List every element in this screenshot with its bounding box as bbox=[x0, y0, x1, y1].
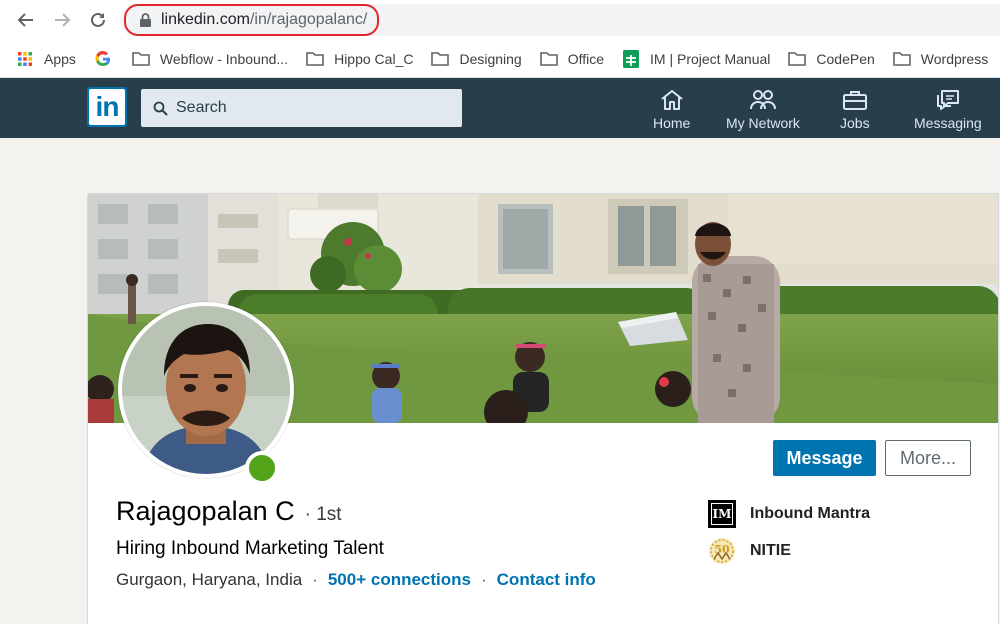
contact-info-link[interactable]: Contact info bbox=[497, 570, 596, 590]
connection-degree-badge: · 1st bbox=[304, 504, 342, 525]
bookmark-codepen[interactable]: CodePen bbox=[788, 50, 875, 67]
google-icon bbox=[94, 50, 112, 67]
bookmark-hippo[interactable]: Hippo Cal_C bbox=[306, 51, 413, 67]
nav-my-network-label: My Network bbox=[726, 115, 800, 131]
bookmark-designing[interactable]: Designing bbox=[431, 50, 522, 67]
reload-button[interactable] bbox=[86, 8, 110, 32]
folder-icon bbox=[788, 51, 807, 67]
bookmark-label: Wordpress bbox=[920, 50, 989, 67]
more-button[interactable]: More... bbox=[885, 440, 971, 476]
my-network-icon bbox=[749, 90, 776, 110]
bookmark-office[interactable]: Office bbox=[539, 50, 605, 67]
profile-location: Gurgaon, Haryana, India bbox=[116, 570, 303, 589]
bookmark-google[interactable] bbox=[94, 50, 112, 67]
profile-card: Message More... Rajagopalan C · 1st Hiri… bbox=[87, 193, 999, 624]
bookmark-label: IM | Project Manual bbox=[650, 50, 771, 67]
sheets-icon bbox=[622, 49, 640, 68]
nitie-logo-text: 50 bbox=[714, 543, 730, 556]
nav-jobs-label: Jobs bbox=[840, 115, 870, 131]
apps-grid-icon bbox=[16, 51, 34, 67]
bookmark-wordpress[interactable]: Wordpress bbox=[892, 50, 989, 67]
nav-messaging-label: Messaging bbox=[914, 115, 982, 131]
back-button[interactable] bbox=[14, 8, 38, 32]
bookmark-project-manual[interactable]: IM | Project Manual bbox=[622, 49, 771, 68]
reload-icon bbox=[91, 12, 105, 27]
url-path: /in/rajagopalanc/ bbox=[249, 11, 368, 28]
folder-icon bbox=[539, 51, 558, 67]
profile-meta-row: Gurgaon, Haryana, India · 500+ connectio… bbox=[116, 570, 596, 590]
bookmark-label: Hippo Cal_C bbox=[334, 50, 414, 67]
nav-my-network[interactable]: My Network bbox=[726, 88, 800, 131]
message-button[interactable]: Message bbox=[773, 440, 876, 476]
home-icon bbox=[661, 90, 683, 110]
url-highlight[interactable]: linkedin.com/in/rajagopalanc/ bbox=[124, 4, 380, 36]
forward-button[interactable] bbox=[50, 8, 74, 32]
separator-dot: · bbox=[312, 570, 318, 589]
bookmark-label: Apps bbox=[44, 50, 76, 67]
lock-icon bbox=[140, 13, 151, 27]
linkedin-logo-text: in bbox=[95, 91, 120, 122]
im-logo-text: IM bbox=[711, 503, 733, 525]
org-name: Inbound Mantra bbox=[750, 505, 870, 522]
search-placeholder: Search bbox=[176, 99, 227, 116]
linkedin-logo-box: in bbox=[89, 89, 125, 125]
connections-link[interactable]: 500+ connections bbox=[328, 570, 471, 590]
folder-icon bbox=[306, 51, 324, 67]
connection-degree: 1st bbox=[316, 504, 342, 525]
browser-toolbar: linkedin.com/in/rajagopalanc/ bbox=[0, 0, 1000, 40]
linkedin-nav-bar: in Search Home My Network Jobs Messaging bbox=[0, 78, 1000, 138]
briefcase-icon bbox=[842, 91, 867, 110]
bookmark-label: Webflow - Inbound... bbox=[159, 50, 289, 67]
bookmark-label: Designing bbox=[459, 50, 522, 67]
folder-icon bbox=[892, 51, 911, 67]
bookmark-webflow[interactable]: Webflow - Inbound... bbox=[132, 51, 288, 67]
avatar-image bbox=[122, 306, 290, 474]
nav-messaging[interactable]: Messaging bbox=[914, 88, 982, 131]
bookmark-apps[interactable]: Apps bbox=[16, 51, 76, 67]
messaging-icon bbox=[936, 90, 959, 110]
profile-name-row: Rajagopalan C · 1st bbox=[116, 496, 342, 527]
nitie-logo: 50 bbox=[709, 538, 735, 564]
url-text: linkedin.com/in/rajagopalanc/ bbox=[161, 11, 367, 29]
back-arrow-icon bbox=[17, 13, 33, 27]
search-input[interactable]: Search bbox=[141, 89, 462, 127]
bookmark-label: CodePen bbox=[816, 50, 875, 67]
linkedin-logo[interactable]: in bbox=[87, 87, 127, 127]
separator-dot: · bbox=[480, 570, 487, 589]
org-name: NITIE bbox=[750, 542, 791, 559]
folder-icon bbox=[431, 51, 450, 67]
nav-home-label: Home bbox=[653, 115, 691, 131]
online-status-dot bbox=[245, 451, 279, 485]
org-nitie[interactable]: 50 NITIE bbox=[708, 537, 791, 565]
bookmark-label: Office bbox=[567, 50, 605, 67]
forward-arrow-icon bbox=[55, 13, 71, 27]
profile-name: Rajagopalan C bbox=[116, 496, 295, 526]
bookmarks-bar: Apps Webflow - Inbound... Hippo Cal_C De… bbox=[0, 40, 1000, 78]
folder-icon bbox=[132, 51, 150, 67]
url-domain: linkedin.com bbox=[161, 11, 250, 28]
search-icon bbox=[153, 101, 168, 116]
nav-jobs[interactable]: Jobs bbox=[840, 88, 870, 131]
inbound-mantra-logo: IM bbox=[708, 500, 736, 528]
nav-home[interactable]: Home bbox=[653, 88, 690, 131]
org-inbound-mantra[interactable]: IM Inbound Mantra bbox=[708, 500, 870, 528]
profile-headline: Hiring Inbound Marketing Talent bbox=[116, 538, 384, 559]
